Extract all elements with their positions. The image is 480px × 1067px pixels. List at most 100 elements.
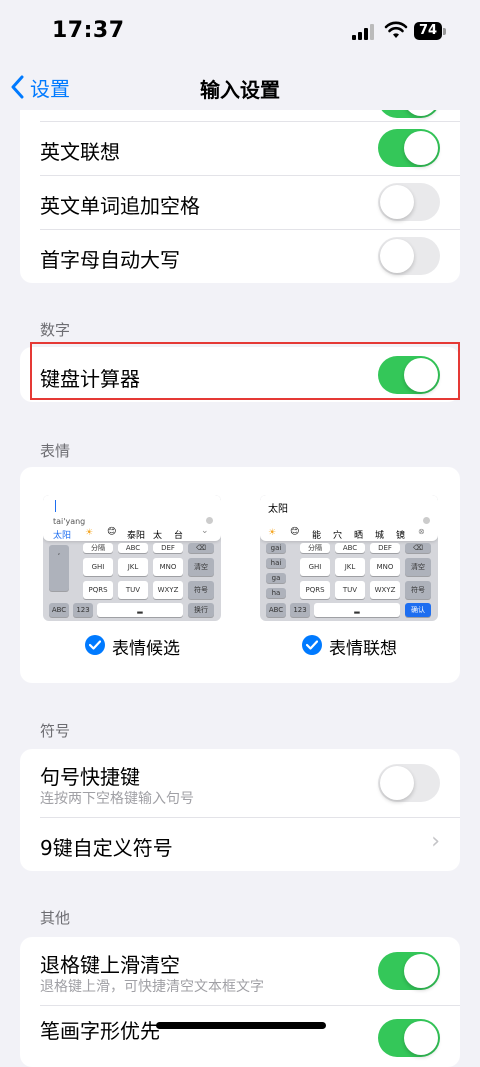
keyboard-calculator-label: 键盘计算器 [40, 367, 140, 391]
candidate: 能 [312, 531, 322, 541]
candidate: 太 [153, 531, 163, 541]
emoji-candidate-label: 表情候选 [112, 639, 180, 659]
candidate: 城 [375, 531, 385, 541]
stroke-priority-toggle[interactable] [378, 1019, 440, 1057]
checkmark-icon [85, 635, 105, 655]
key: 确认 [405, 603, 431, 617]
partial-toggle[interactable] [378, 110, 440, 118]
quick-period-toggle[interactable] [378, 764, 440, 802]
emoji-settings-card: tai'yang 太阳 ☀ 😊 泰阳 太 台 ⌄ , 分隔 ABC DEF ⌫ … [20, 467, 460, 683]
key: 分隔 [83, 543, 113, 553]
key: 符号 [188, 581, 214, 599]
key: hai [266, 558, 286, 568]
home-indicator[interactable] [156, 1022, 326, 1029]
english-prediction-toggle[interactable] [378, 129, 440, 167]
battery-tip [443, 28, 446, 35]
keyboard-calculator-row: 键盘计算器 [20, 347, 460, 402]
candidate: 台 [174, 531, 184, 541]
delete-key-icon: ⌫ [188, 543, 214, 553]
quick-period-label: 句号快捷键 [40, 765, 140, 789]
input-text: 太阳 [268, 504, 288, 515]
key: WXYZ [370, 581, 400, 599]
key: ABC [266, 603, 286, 617]
text-cursor [55, 500, 56, 512]
key: GHI [83, 558, 113, 576]
chevron-right-icon: › [431, 829, 440, 854]
wifi-icon [384, 21, 408, 38]
candidate-bar: tai'yang 太阳 ☀ 😊 泰阳 太 台 ⌄ [43, 495, 221, 541]
number-section-header: 数字 [40, 321, 71, 339]
key: 清空 [188, 558, 214, 576]
emoji-candidate-option[interactable]: 表情候选 [85, 635, 215, 659]
chevron-down-icon: ⌄ [201, 526, 209, 536]
auto-capitalize-toggle[interactable] [378, 237, 440, 275]
key: MNO [370, 558, 400, 576]
key: MNO [153, 558, 183, 576]
keyboard-calculator-toggle[interactable] [378, 356, 440, 394]
backspace-clear-toggle[interactable] [378, 952, 440, 990]
stroke-priority-row: 笔画字形优先 [20, 1005, 460, 1059]
key: 123 [73, 603, 93, 617]
backspace-clear-sublabel: 退格键上滑，可快捷清空文本框文字 [40, 979, 264, 995]
user-icon [423, 517, 430, 524]
candidate: 晒 [354, 531, 364, 541]
auto-capitalize-row: 首字母自动大写 [20, 229, 460, 283]
close-icon: ⊗ [418, 527, 425, 536]
key: gai [266, 543, 286, 553]
key: GHI [300, 558, 330, 576]
english-space-row: 英文单词追加空格 [20, 175, 460, 229]
user-icon [206, 517, 213, 524]
custom-symbols-label: 9键自定义符号 [40, 836, 173, 860]
status-bar: 17:37 74 [0, 0, 480, 62]
number-settings-card: 键盘计算器 [20, 347, 460, 402]
candidate: 镜 [396, 531, 406, 541]
key: DEF [370, 543, 400, 553]
other-section-header: 其他 [40, 909, 71, 927]
emoji-association-option[interactable]: 表情联想 [302, 635, 432, 659]
backspace-clear-label: 退格键上滑清空 [40, 953, 180, 977]
key: , [49, 545, 69, 591]
key: ha [266, 588, 286, 598]
key: 123 [290, 603, 310, 617]
candidate: 😊 [107, 527, 117, 537]
checkmark-icon [302, 635, 322, 655]
page-title: 输入设置 [200, 78, 280, 102]
other-settings-card: 退格键上滑清空 退格键上滑，可快捷清空文本框文字 笔画字形优先 [20, 937, 460, 1067]
pinyin-text: tai'yang [53, 517, 86, 526]
emoji-association-label: 表情联想 [329, 639, 397, 659]
emoji-association-preview[interactable]: 太阳 ☀ 😊 能 穴 晒 城 镜 ⊗ gai hai ga ha 分隔 ABC … [260, 495, 438, 621]
status-time: 17:37 [52, 18, 125, 43]
key: PQRS [83, 581, 113, 599]
custom-symbols-row[interactable]: 9键自定义符号 › [20, 817, 460, 871]
key: ga [266, 573, 286, 583]
symbol-settings-card: 句号快捷键 连按两下空格键输入句号 9键自定义符号 › [20, 749, 460, 871]
space-key: ▂ [97, 603, 183, 617]
english-prediction-label: 英文联想 [40, 140, 120, 164]
candidate: 泰阳 [127, 531, 146, 541]
candidate: 穴 [333, 531, 343, 541]
cellular-signal-icon [352, 24, 376, 40]
candidate: 太阳 [53, 531, 72, 541]
backspace-clear-row: 退格键上滑清空 退格键上滑，可快捷清空文本框文字 [20, 937, 460, 1005]
key: WXYZ [153, 581, 183, 599]
key: JKL [335, 558, 365, 576]
key: TUV [118, 581, 148, 599]
english-space-label: 英文单词追加空格 [40, 194, 200, 218]
key: 符号 [405, 581, 431, 599]
english-prediction-row: 英文联想 [20, 121, 460, 175]
emoji-section-header: 表情 [40, 442, 71, 460]
quick-period-sublabel: 连按两下空格键输入句号 [40, 791, 194, 807]
key: 换行 [188, 603, 214, 617]
emoji-candidate-preview[interactable]: tai'yang 太阳 ☀ 😊 泰阳 太 台 ⌄ , 分隔 ABC DEF ⌫ … [43, 495, 221, 621]
key: ABC [335, 543, 365, 553]
candidate: ☀ [85, 528, 94, 538]
auto-capitalize-label: 首字母自动大写 [40, 248, 180, 272]
key: ABC [118, 543, 148, 553]
english-space-toggle[interactable] [378, 183, 440, 221]
key: ABC [49, 603, 69, 617]
candidate: 😊 [290, 527, 300, 537]
delete-key-icon: ⌫ [405, 543, 431, 553]
stroke-priority-label: 笔画字形优先 [40, 1019, 160, 1043]
key: 分隔 [300, 543, 330, 553]
key: DEF [153, 543, 183, 553]
